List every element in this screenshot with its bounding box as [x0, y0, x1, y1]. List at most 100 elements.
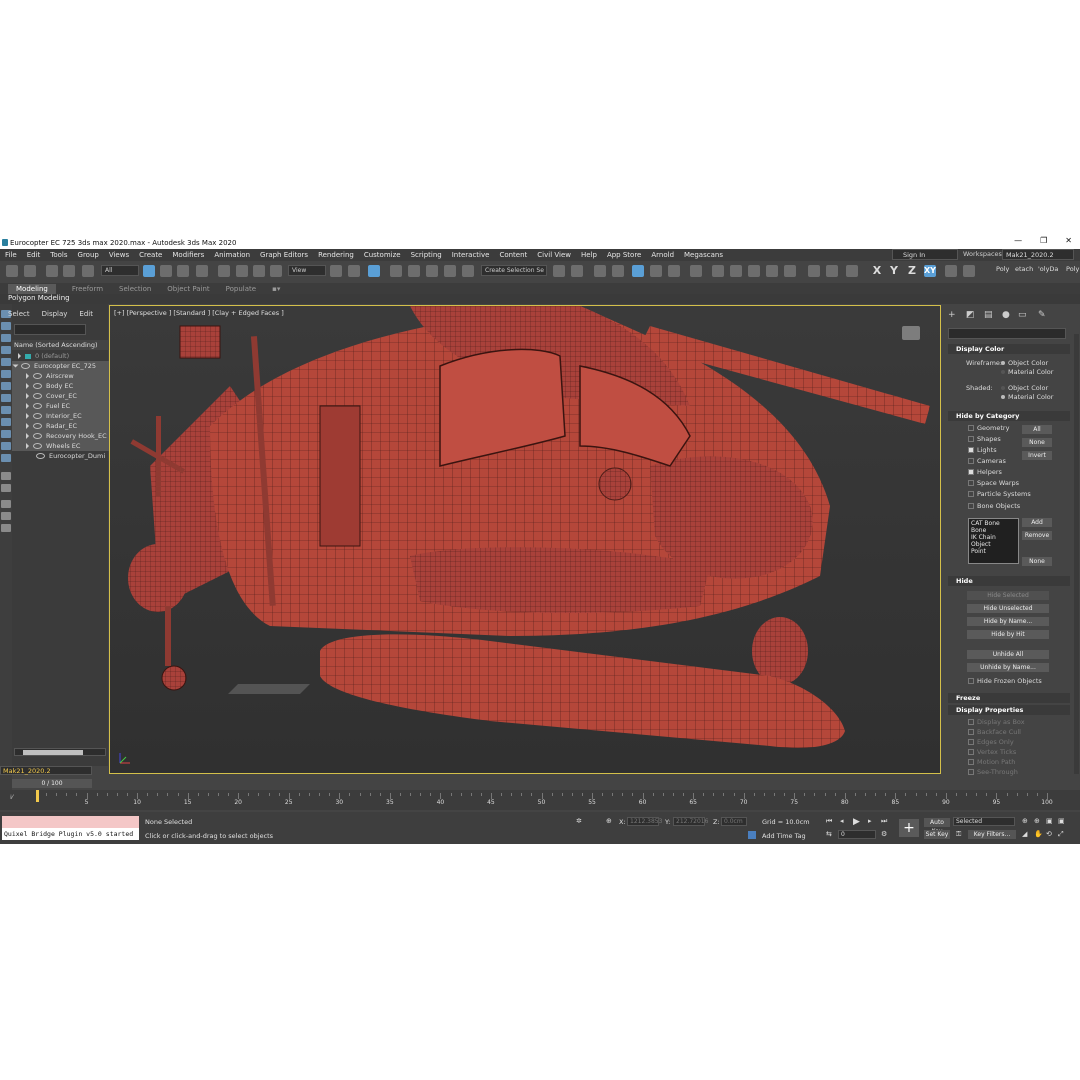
link-icon[interactable] [46, 265, 58, 277]
set-key-button[interactable]: Set Key [924, 830, 950, 839]
pivot-center-icon[interactable] [330, 265, 342, 277]
visibility-eye-icon[interactable] [36, 453, 45, 459]
axis-y-button[interactable]: Y [888, 265, 900, 277]
display-groups-icon[interactable] [1, 394, 11, 402]
tree-item-body[interactable]: Body EC [12, 381, 122, 391]
undo-icon[interactable] [6, 265, 18, 277]
list-none-button[interactable]: None [1022, 557, 1052, 566]
tab-object-paint[interactable]: Object Paint [167, 285, 209, 293]
y-coordinate-field[interactable]: 212.72016 [673, 817, 708, 826]
explorer-menu-edit[interactable]: Edit [79, 310, 93, 318]
render-iterative-icon[interactable] [766, 265, 778, 277]
spinner-snap-icon[interactable] [444, 265, 456, 277]
menu-arnold[interactable]: Arnold [651, 251, 674, 259]
tree-item-default-layer[interactable]: 0 (default) [12, 351, 114, 361]
axis-x-button[interactable]: X [871, 265, 883, 277]
bind-space-warp-icon[interactable] [82, 265, 94, 277]
display-containers-icon[interactable] [1, 430, 11, 438]
unhide-by-name-button[interactable]: Unhide by Name... [967, 663, 1049, 672]
shapes-checkbox[interactable]: Shapes [968, 435, 1001, 443]
lights-checkbox[interactable]: Lights [968, 446, 997, 454]
current-frame-field[interactable]: 0 [838, 830, 876, 839]
display-tab-icon[interactable]: ▭ [1018, 310, 1028, 320]
see-through-checkbox[interactable]: See-Through [968, 768, 1018, 776]
previous-frame-icon[interactable]: ◂ [840, 817, 848, 825]
motion-tab-icon[interactable]: ● [1002, 310, 1012, 320]
invert-display-icon[interactable] [1, 484, 11, 492]
modeling-tool-icon[interactable] [945, 265, 957, 277]
visibility-eye-icon[interactable] [33, 393, 42, 399]
expand-arrow-icon[interactable] [26, 393, 29, 399]
shaded-object-color-radio[interactable]: Object Color [1001, 384, 1048, 392]
align-icon[interactable] [571, 265, 583, 277]
remove-button[interactable]: Remove [1022, 531, 1052, 540]
expand-arrow-icon[interactable] [26, 433, 29, 439]
menu-create[interactable]: Create [139, 251, 162, 259]
array-icon[interactable] [808, 265, 820, 277]
select-by-name-icon[interactable] [160, 265, 172, 277]
maxscript-output[interactable]: Quixel Bridge Plugin v5.0 started [2, 828, 139, 840]
tab-populate[interactable]: Populate [226, 285, 256, 293]
move-icon[interactable] [218, 265, 230, 277]
filter-icon[interactable] [1, 512, 11, 520]
zoom-icon[interactable]: ⊕ [1022, 817, 1030, 825]
unhide-all-button[interactable]: Unhide All [967, 650, 1049, 659]
display-helpers-icon[interactable] [1, 370, 11, 378]
visibility-eye-icon[interactable] [33, 443, 42, 449]
selection-filter-dropdown[interactable]: All [101, 265, 139, 276]
render-in-cloud-icon[interactable] [784, 265, 796, 277]
display-cameras-icon[interactable] [1, 358, 11, 366]
explorer-menu-display[interactable]: Display [42, 310, 68, 318]
named-selection-set-dropdown[interactable]: Create Selection Se [481, 265, 547, 276]
menu-tools[interactable]: Tools [50, 251, 67, 259]
all-button[interactable]: All [1022, 425, 1052, 434]
hide-by-hit-button[interactable]: Hide by Hit [967, 630, 1049, 639]
polygon-modeling-label[interactable]: Polygon Modeling [8, 294, 70, 302]
menu-interactive[interactable]: Interactive [452, 251, 490, 259]
list-item[interactable]: CAT Bone [971, 520, 1016, 527]
go-to-start-icon[interactable]: ⏮ [826, 817, 834, 825]
reference-coordinate-dropdown[interactable]: View [288, 265, 326, 276]
menu-megascans[interactable]: Megascans [684, 251, 723, 259]
polydata-button[interactable]: 'olyDa [1038, 265, 1058, 273]
place-icon[interactable] [270, 265, 282, 277]
find-icon[interactable] [1, 500, 11, 508]
tab-freeform[interactable]: Freeform [72, 285, 103, 293]
menu-animation[interactable]: Animation [214, 251, 250, 259]
command-panel-name-field[interactable] [948, 328, 1066, 339]
redo-icon[interactable] [24, 265, 36, 277]
list-item[interactable]: Bone [971, 527, 1016, 534]
key-filters-button[interactable]: Key Filters... [968, 830, 1016, 839]
space-warps-checkbox[interactable]: Space Warps [968, 479, 1019, 487]
scrollbar-thumb[interactable] [23, 750, 83, 755]
axis-xy-button[interactable]: XY [924, 265, 936, 277]
tree-item-recovery-hook[interactable]: Recovery Hook_EC [12, 431, 122, 441]
select-object-icon[interactable] [143, 265, 155, 277]
collapse-arrow-icon[interactable] [12, 364, 19, 368]
visibility-eye-icon[interactable] [33, 433, 42, 439]
visibility-eye-icon[interactable] [21, 363, 30, 369]
material-editor-icon[interactable] [690, 265, 702, 277]
schematic-view-icon[interactable] [668, 265, 680, 277]
command-panel-scrollbar[interactable] [1074, 334, 1079, 774]
menu-civil-view[interactable]: Civil View [537, 251, 571, 259]
key-filter-icon[interactable]: ⚿ [956, 830, 964, 838]
axis-z-button[interactable]: Z [906, 265, 918, 277]
layer-explorer-icon[interactable] [612, 265, 624, 277]
display-xrefs-icon[interactable] [1, 406, 11, 414]
snaps-toggle-icon[interactable] [390, 265, 402, 277]
display-hidden-icon[interactable] [1, 454, 11, 462]
bone-objects-checkbox[interactable]: Bone Objects [968, 502, 1020, 510]
current-frame-marker[interactable] [36, 790, 39, 802]
set-keys-button[interactable]: + [899, 819, 919, 837]
modeling-tool-2-icon[interactable] [963, 265, 975, 277]
menu-file[interactable]: File [5, 251, 17, 259]
expand-arrow-icon[interactable] [26, 413, 29, 419]
viewcube-icon[interactable] [902, 326, 920, 340]
tree-item-interior[interactable]: Interior_EC [12, 411, 122, 421]
menu-graph-editors[interactable]: Graph Editors [260, 251, 308, 259]
close-button[interactable]: ✕ [1065, 236, 1072, 245]
display-bones-icon[interactable] [1, 418, 11, 426]
vertex-ticks-checkbox[interactable]: Vertex Ticks [968, 748, 1016, 756]
list-item[interactable]: Point [971, 548, 1016, 555]
